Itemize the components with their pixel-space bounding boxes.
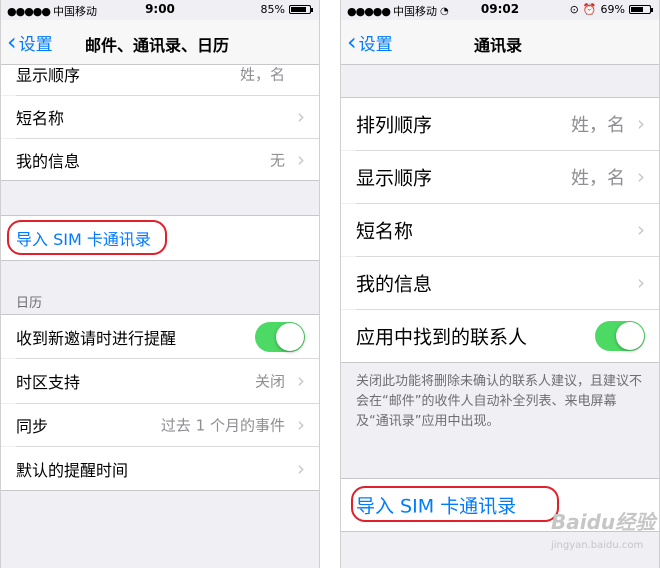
row-invite-alert: 收到新邀请时进行提醒 [1, 315, 319, 358]
row-label: 应用中找到的联系人 [356, 326, 528, 349]
section-header-calendar: 日历 [16, 296, 43, 311]
row-my-info[interactable]: 我的信息 无 › [1, 139, 319, 180]
battery-fill [631, 7, 644, 12]
chevron-right-icon: › [637, 164, 645, 189]
row-value: 关闭 [254, 372, 285, 391]
chevron-right-icon: › [637, 111, 645, 136]
battery-icon [629, 5, 653, 14]
chevron-right-icon: › [297, 412, 305, 437]
highlight-circle [7, 220, 167, 255]
battery-fill [291, 7, 307, 12]
battery-icon [289, 5, 313, 14]
right-screen: ●●●●● 中国移动 ◔ 09:02 ⊙ ⏰ 69% ‹ 设置 通讯录 排列顺序… [340, 0, 660, 568]
row-label: 我的信息 [356, 273, 433, 296]
back-label: 设置 [358, 35, 393, 55]
row-label: 时区支持 [16, 373, 81, 392]
row-value: 过去 1 个月的事件 [160, 416, 285, 435]
row-label: 同步 [16, 417, 49, 436]
row-short-name[interactable]: 短名称 › [341, 204, 659, 256]
row-label: 显示顺序 [16, 66, 81, 85]
back-label: 设置 [18, 35, 53, 55]
chevron-right-icon: › [297, 147, 305, 172]
row-sort-order[interactable]: 排列顺序 姓，名 › [341, 98, 659, 150]
chevron-right-icon: › [297, 104, 305, 129]
row-label: 我的信息 [16, 151, 81, 171]
row-short-name[interactable]: 短名称 › [1, 96, 319, 138]
row-timezone[interactable]: 时区支持 关闭 › [1, 359, 319, 403]
chevron-right-icon: › [637, 217, 645, 242]
row-label: 短名称 [16, 109, 65, 128]
page-title: 通讯录 [474, 36, 523, 55]
back-button[interactable]: ‹ 设置 [347, 27, 393, 56]
row-value: 无 [269, 151, 285, 169]
status-bar: ●●●●● 中国移动 9:00 85% [1, 0, 319, 20]
row-default-alert[interactable]: 默认的提醒时间 › [1, 447, 319, 490]
row-label: 排列顺序 [356, 114, 433, 137]
row-display-order[interactable]: 显示顺序 姓，名 › [341, 151, 659, 203]
row-value: 姓，名 [239, 65, 285, 84]
row-label: 默认的提醒时间 [16, 460, 129, 480]
row-found-contacts: 应用中找到的联系人 [341, 310, 659, 362]
watermark-logo: Baidu经验 [551, 510, 656, 534]
back-button[interactable]: ‹ 设置 [7, 27, 53, 56]
row-value: 姓，名 [571, 115, 625, 136]
nav-bar: ‹ 设置 邮件、通讯录、日历 [1, 20, 319, 65]
invite-alert-toggle[interactable] [255, 321, 305, 352]
battery-percent: 69% [600, 3, 625, 16]
row-label: 显示顺序 [356, 167, 433, 190]
highlight-circle [351, 486, 559, 522]
battery-percent: 85% [260, 3, 285, 16]
watermark-url: jingyan.baidu.com [551, 540, 644, 551]
chevron-left-icon: ‹ [347, 27, 357, 56]
left-screen: ●●●●● 中国移动 9:00 85% ‹ 设置 邮件、通讯录、日历 显示顺序 … [0, 0, 320, 568]
battery-status: 85% [260, 3, 313, 16]
row-label: 短名称 [356, 220, 414, 243]
found-contacts-toggle[interactable] [595, 321, 645, 351]
chevron-right-icon: › [297, 368, 305, 393]
battery-status: ⊙ ⏰ 69% [569, 3, 653, 16]
footnote: 关闭此功能将删除未确认的联系人建议，且建议不会在“邮件”的收件人自动补全列表、来… [356, 374, 643, 429]
nav-bar: ‹ 设置 通讯录 [341, 20, 659, 65]
row-my-info[interactable]: 我的信息 › [341, 257, 659, 309]
chevron-right-icon: › [297, 456, 305, 481]
row-value: 姓，名 [571, 168, 625, 189]
row-label: 收到新邀请时进行提醒 [16, 328, 177, 348]
page-title: 邮件、通讯录、日历 [85, 36, 230, 55]
row-sync[interactable]: 同步 过去 1 个月的事件 › [1, 404, 319, 446]
chevron-left-icon: ‹ [7, 27, 17, 56]
alarm-icon: ⏰ [582, 3, 597, 16]
rotation-lock-icon: ⊙ [569, 3, 579, 16]
status-bar: ●●●●● 中国移动 ◔ 09:02 ⊙ ⏰ 69% [341, 0, 659, 20]
row-display-order[interactable]: 显示顺序 姓，名 [1, 65, 319, 95]
chevron-right-icon: › [637, 270, 645, 295]
